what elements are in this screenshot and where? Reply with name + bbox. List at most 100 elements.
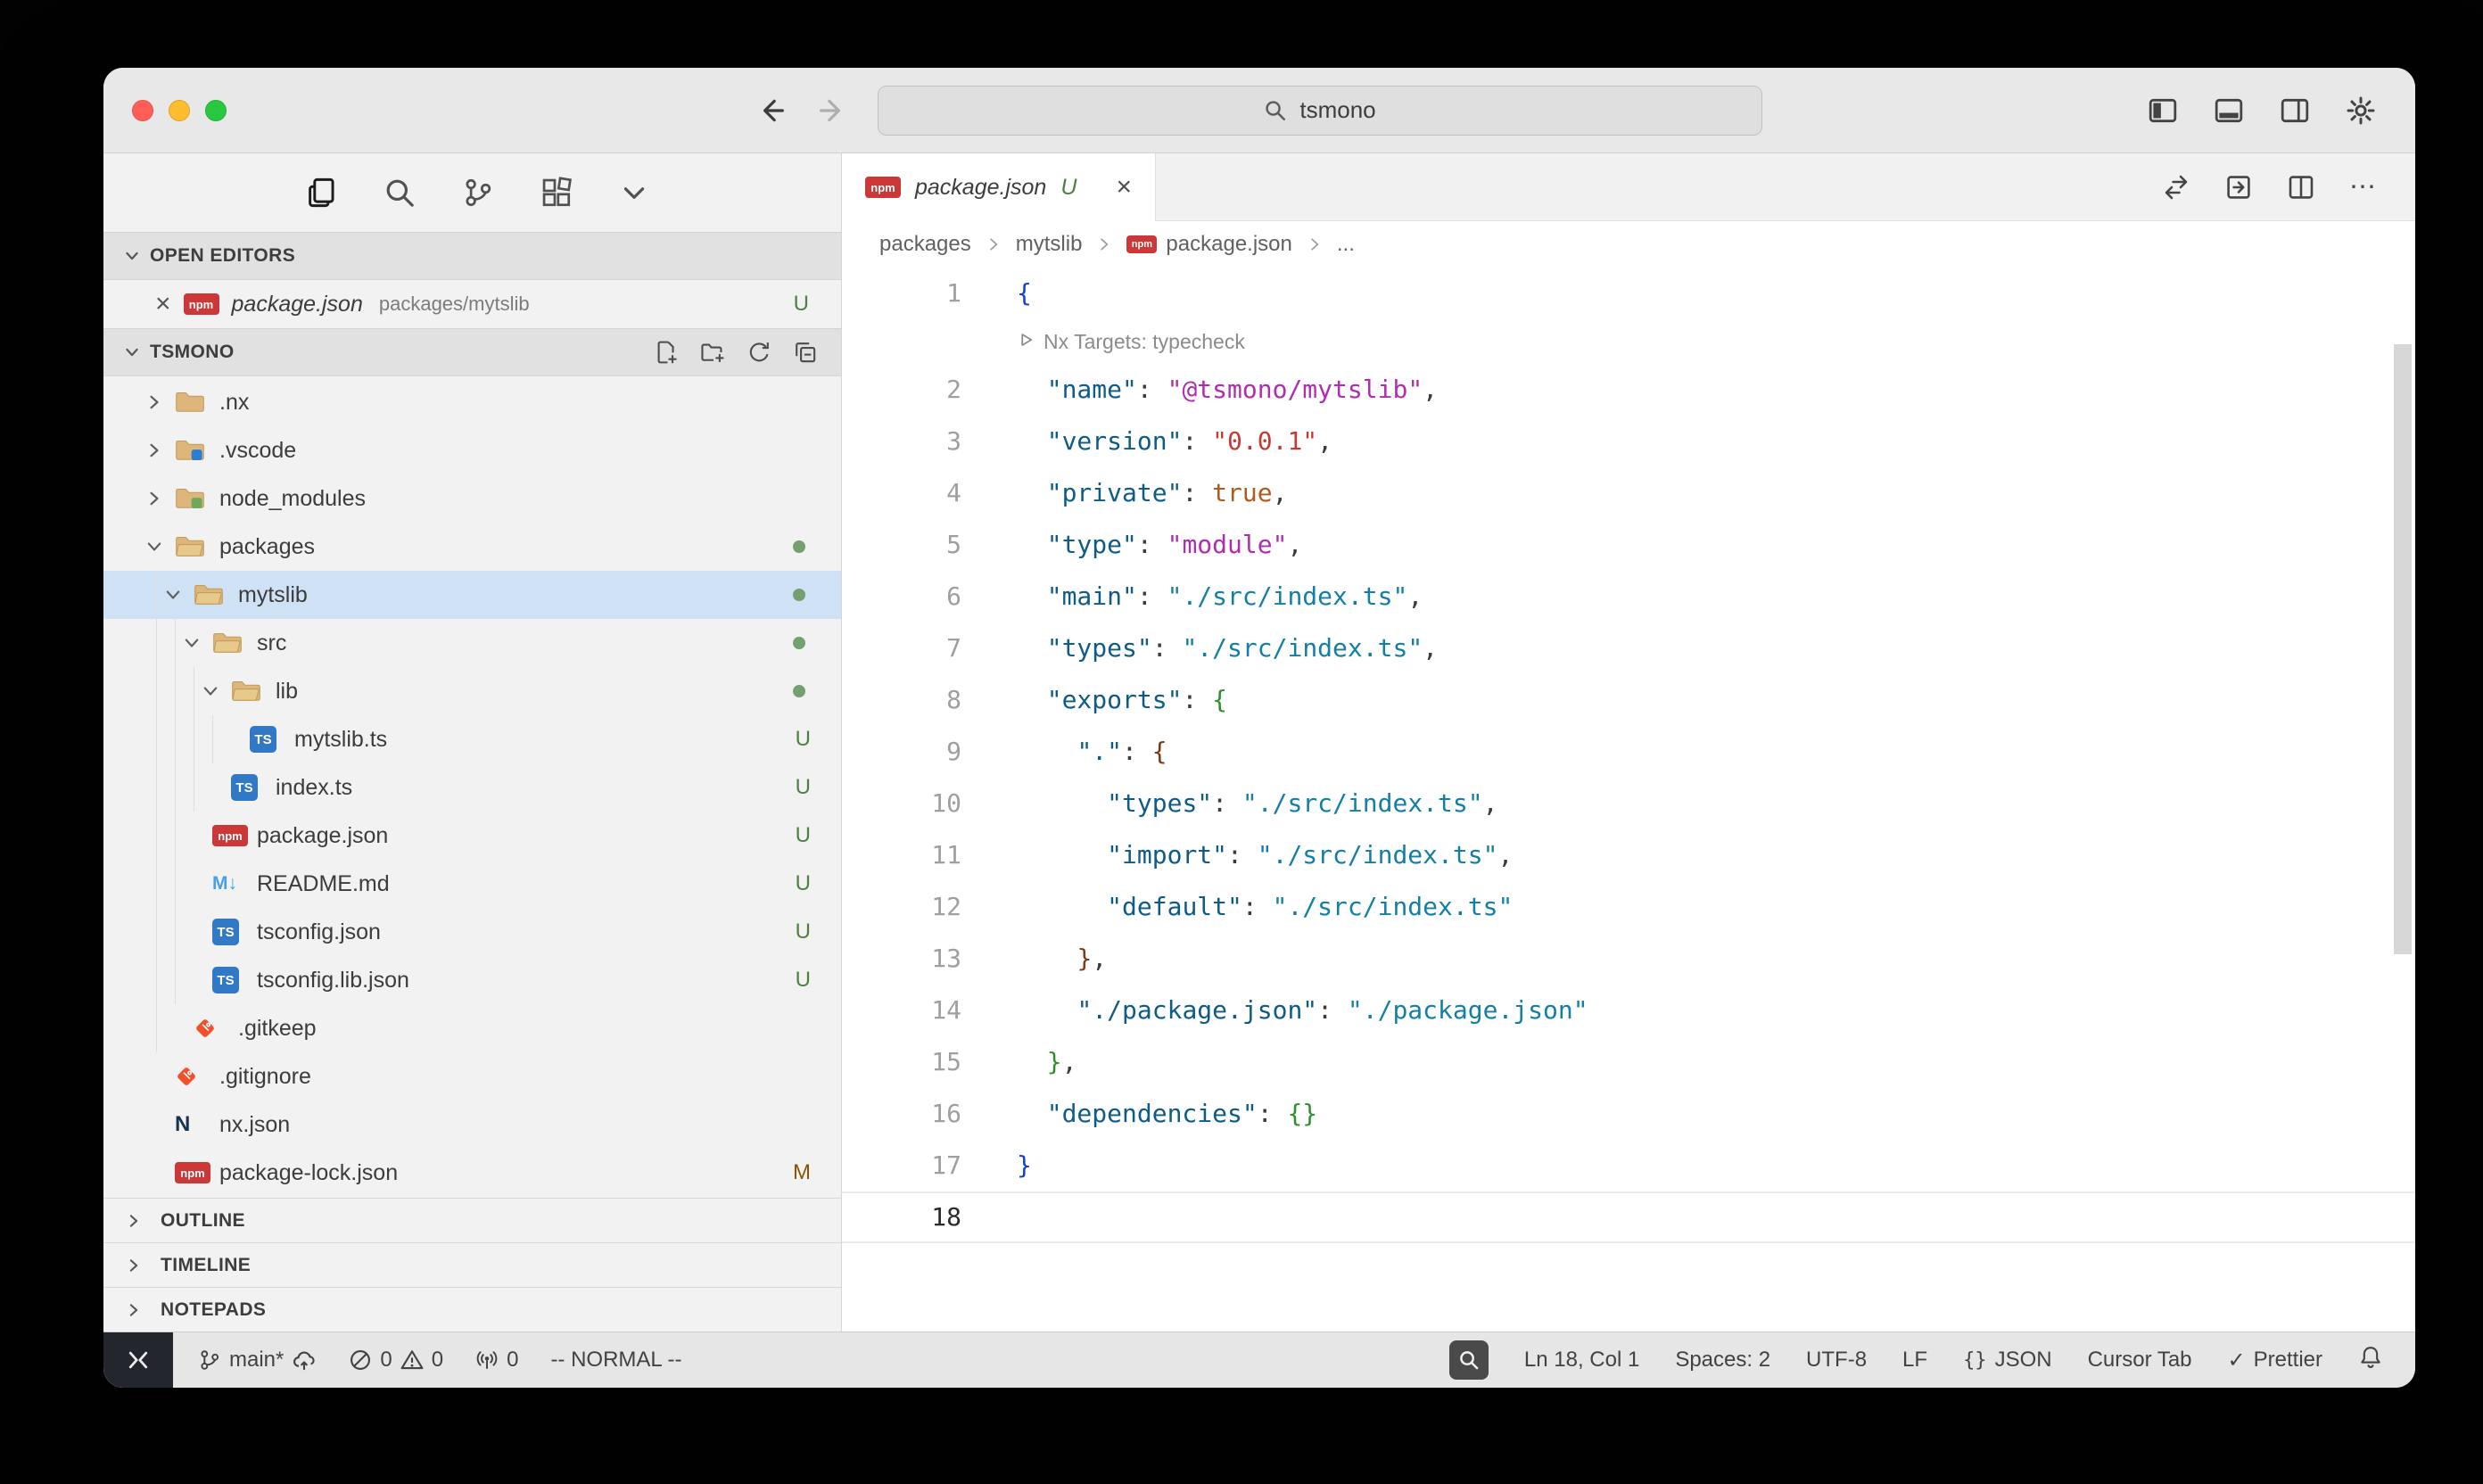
toggle-primary-sidebar-icon[interactable] <box>2148 95 2178 126</box>
breadcrumb-item-packages[interactable]: packages <box>879 232 971 257</box>
section-outline[interactable]: OUTLINE <box>103 1198 841 1242</box>
problems-status[interactable]: 0 0 <box>349 1348 443 1373</box>
line-number[interactable]: 8 <box>842 674 961 726</box>
line-number[interactable]: 4 <box>842 467 961 519</box>
code-line[interactable]: 4 "private": true, <box>842 467 2415 519</box>
code-line[interactable]: 8 "exports": { <box>842 674 2415 726</box>
breadcrumb-item-symbols[interactable]: ... <box>1337 232 1355 257</box>
tree-item-node_modules[interactable]: node_modules <box>103 474 841 523</box>
code-line[interactable]: 15 }, <box>842 1036 2415 1088</box>
chevron-icon[interactable] <box>144 392 175 412</box>
close-editor-icon[interactable]: × <box>155 291 171 317</box>
scrollbar-thumb[interactable] <box>2394 344 2412 954</box>
chevron-icon[interactable] <box>144 489 175 508</box>
tree-item-README.md[interactable]: M↓README.mdU <box>103 860 841 908</box>
eol-status[interactable]: LF <box>1902 1348 1927 1373</box>
tree-item-lib[interactable]: lib <box>103 667 841 715</box>
line-number[interactable]: 16 <box>842 1088 961 1140</box>
chevron-icon[interactable] <box>201 681 231 701</box>
code-line[interactable]: 13 }, <box>842 933 2415 985</box>
code-line[interactable]: 9 ".": { <box>842 726 2415 778</box>
tree-item-nx.json[interactable]: Nnx.json <box>103 1101 841 1149</box>
tree-item-src[interactable]: src <box>103 619 841 667</box>
line-number[interactable]: 9 <box>842 726 961 778</box>
tree-item-index.ts[interactable]: TSindex.tsU <box>103 763 841 812</box>
code-line[interactable]: 10 "types": "./src/index.ts", <box>842 778 2415 829</box>
line-number[interactable]: 5 <box>842 519 961 571</box>
chevron-icon[interactable] <box>144 537 175 556</box>
tree-item-packages[interactable]: packages <box>103 523 841 571</box>
zoom-indicator[interactable] <box>1449 1340 1489 1380</box>
source-control-icon[interactable] <box>462 177 494 209</box>
code-line[interactable]: 2 "name": "@tsmono/mytslib", <box>842 364 2415 416</box>
code-line[interactable]: 16 "dependencies": {} <box>842 1088 2415 1140</box>
tree-item-tsconfig.lib.json[interactable]: TStsconfig.lib.jsonU <box>103 956 841 1004</box>
ports-status[interactable]: 0 <box>475 1348 518 1373</box>
section-notepads[interactable]: NOTEPADS <box>103 1287 841 1331</box>
chevron-icon[interactable] <box>144 441 175 460</box>
more-actions-icon[interactable]: ⋯ <box>2349 171 2378 202</box>
open-editor-item[interactable]: × npm package.json packages/mytslib U <box>103 280 841 328</box>
vim-mode-status[interactable]: -- NORMAL -- <box>550 1348 681 1373</box>
code-line[interactable]: 14 "./package.json": "./package.json" <box>842 985 2415 1036</box>
explorer-section-header[interactable]: TSMONO <box>103 328 841 376</box>
code-line[interactable]: 17} <box>842 1140 2415 1191</box>
section-timeline[interactable]: TIMELINE <box>103 1242 841 1287</box>
tree-item-.gitkeep[interactable]: .gitkeep <box>103 1004 841 1052</box>
git-branch-status[interactable]: main* <box>198 1348 317 1373</box>
code-line[interactable]: 5 "type": "module", <box>842 519 2415 571</box>
split-editor-icon[interactable] <box>2287 173 2315 202</box>
code-line[interactable]: 1{ <box>842 268 2415 319</box>
extensions-icon[interactable] <box>540 177 573 209</box>
forward-button[interactable] <box>817 95 847 126</box>
line-number[interactable]: 3 <box>842 416 961 467</box>
tree-item-package.json[interactable]: npmpackage.jsonU <box>103 812 841 860</box>
more-views-chevron-icon[interactable] <box>619 177 649 208</box>
line-number[interactable]: 11 <box>842 829 961 881</box>
formatter-status[interactable]: ✓ Prettier <box>2228 1348 2322 1373</box>
cursor-tab-status[interactable]: Cursor Tab <box>2088 1348 2192 1373</box>
code-line[interactable]: 18 <box>842 1191 2415 1243</box>
code-editor[interactable]: 1{Nx Targets: typecheck2 "name": "@tsmon… <box>842 268 2415 1331</box>
line-number[interactable]: 13 <box>842 933 961 985</box>
tree-item-package-lock.json[interactable]: npmpackage-lock.jsonM <box>103 1149 841 1197</box>
breadcrumb-item-package-json[interactable]: npm package.json <box>1126 232 1291 257</box>
code-line[interactable]: 6 "main": "./src/index.ts", <box>842 571 2415 622</box>
minimize-window-button[interactable] <box>169 100 190 121</box>
cursor-position-status[interactable]: Ln 18, Col 1 <box>1524 1348 1639 1373</box>
settings-gear-icon[interactable] <box>2346 95 2376 126</box>
notifications-bell-icon[interactable] <box>2358 1345 2383 1376</box>
line-number[interactable]: 1 <box>842 268 961 319</box>
codelens-nx-targets[interactable]: Nx Targets: typecheck <box>842 319 2415 364</box>
open-editors-header[interactable]: OPEN EDITORS <box>103 232 841 280</box>
chevron-icon[interactable] <box>163 585 194 605</box>
breadcrumb-item-mytslib[interactable]: mytslib <box>1016 232 1083 257</box>
chevron-icon[interactable] <box>182 633 212 653</box>
refresh-icon[interactable] <box>747 340 771 365</box>
line-number[interactable]: 14 <box>842 985 961 1036</box>
zoom-window-button[interactable] <box>205 100 227 121</box>
code-line[interactable]: 11 "import": "./src/index.ts", <box>842 829 2415 881</box>
tree-item-tsconfig.json[interactable]: TStsconfig.jsonU <box>103 908 841 956</box>
remote-indicator[interactable] <box>103 1332 173 1388</box>
close-window-button[interactable] <box>132 100 153 121</box>
tab-package-json[interactable]: npm package.json U × <box>842 153 1156 221</box>
line-number[interactable]: 7 <box>842 622 961 674</box>
compare-changes-icon[interactable] <box>2162 173 2190 202</box>
line-number[interactable]: 15 <box>842 1036 961 1088</box>
code-line[interactable]: 7 "types": "./src/index.ts", <box>842 622 2415 674</box>
open-changes-icon[interactable] <box>2224 173 2253 202</box>
back-button[interactable] <box>756 95 787 126</box>
tree-item-.gitignore[interactable]: .gitignore <box>103 1052 841 1101</box>
new-file-icon[interactable] <box>654 340 679 365</box>
line-number[interactable]: 12 <box>842 881 961 933</box>
tree-item-.vscode[interactable]: .vscode <box>103 426 841 474</box>
indentation-status[interactable]: Spaces: 2 <box>1675 1348 1770 1373</box>
search-view-icon[interactable] <box>384 177 416 209</box>
explorer-icon[interactable] <box>305 177 337 209</box>
toggle-panel-icon[interactable] <box>2214 95 2244 126</box>
tree-item-.nx[interactable]: .nx <box>103 378 841 426</box>
line-number[interactable]: 6 <box>842 571 961 622</box>
collapse-all-icon[interactable] <box>793 340 818 365</box>
line-number[interactable]: 2 <box>842 364 961 416</box>
